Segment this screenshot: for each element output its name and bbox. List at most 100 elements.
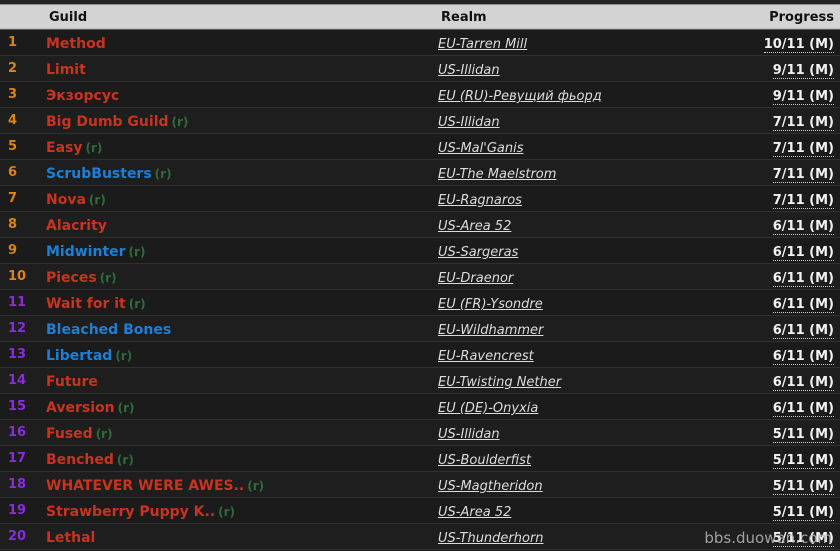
progress-value[interactable]: 7/11 (M) (772, 115, 834, 131)
table-row[interactable]: 20 Lethal US-Thunderhorn 5/11 (M) (0, 524, 840, 550)
realm-link[interactable]: EU-The Maelstrom (438, 167, 556, 182)
recruiting-badge[interactable]: (r) (89, 193, 106, 207)
progress-value[interactable]: 9/11 (M) (772, 89, 834, 105)
realm-link[interactable]: EU-Draenor (438, 271, 513, 286)
realm-link[interactable]: EU-Wildhammer (438, 323, 543, 338)
progress-value[interactable]: 6/11 (M) (772, 349, 834, 365)
progress-value[interactable]: 9/11 (M) (772, 63, 834, 79)
recruiting-badge[interactable]: (r) (218, 505, 235, 519)
guild-name-link[interactable]: Bleached Bones (46, 322, 171, 338)
guild-name-link[interactable]: Wait for it (46, 296, 126, 312)
recruiting-badge[interactable]: (r) (172, 115, 189, 129)
progress-value[interactable]: 6/11 (M) (772, 375, 834, 391)
realm-link[interactable]: EU-Twisting Nether (438, 375, 561, 390)
realm-link[interactable]: US-Illidan (438, 63, 500, 78)
table-row[interactable]: 12 Bleached Bones EU-Wildhammer 6/11 (M) (0, 316, 840, 342)
table-row[interactable]: 4 Big Dumb Guild (r) US-Illidan 7/11 (M) (0, 108, 840, 134)
table-row[interactable]: 2 Limit US-Illidan 9/11 (M) (0, 56, 840, 82)
progress-value[interactable]: 6/11 (M) (772, 401, 834, 417)
realm-link[interactable]: US-Boulderfist (438, 453, 531, 468)
column-header-progress[interactable]: Progress (730, 10, 840, 25)
table-row[interactable]: 9 Midwinter (r) US-Sargeras 6/11 (M) (0, 238, 840, 264)
recruiting-badge[interactable]: (r) (100, 271, 117, 285)
table-row[interactable]: 18 WHATEVER WERE AWES.. (r) US-Magtheridon 5… (0, 472, 840, 498)
guild-name-link[interactable]: Future (46, 374, 98, 390)
guild-name-link[interactable]: Easy (46, 140, 82, 156)
realm-link[interactable]: US-Sargeras (438, 245, 518, 260)
recruiting-badge[interactable]: (r) (155, 167, 172, 181)
table-row[interactable]: 3 Экзорсус EU (RU)-Ревущий фьорд 9/11 (M) (0, 82, 840, 108)
guild-name-link[interactable]: Strawberry Puppy K.. (46, 504, 215, 520)
progress-value[interactable]: 5/11 (M) (772, 453, 834, 469)
guild-name-link[interactable]: Alacrity (46, 218, 107, 234)
recruiting-badge[interactable]: (r) (129, 245, 146, 259)
guild-name-link[interactable]: Libertad (46, 348, 112, 364)
progress-value[interactable]: 10/11 (M) (763, 37, 834, 53)
table-row[interactable]: 11 Wait for it (r) EU (FR)-Ysondre 6/11 (M) (0, 290, 840, 316)
table-row[interactable]: 17 Benched (r) US-Boulderfist 5/11 (M) (0, 446, 840, 472)
guild-name-link[interactable]: Benched (46, 452, 114, 468)
guild-cell: Easy (r) (46, 137, 438, 156)
table-row[interactable]: 5 Easy (r) US-Mal'Ganis 7/11 (M) (0, 134, 840, 160)
table-row[interactable]: 6 ScrubBusters (r) EU-The Maelstrom 7/11 (M) (0, 160, 840, 186)
guild-name-link[interactable]: Fused (46, 426, 93, 442)
guild-name-link[interactable]: Lethal (46, 530, 95, 546)
guild-name-link[interactable]: Pieces (46, 270, 97, 286)
recruiting-badge[interactable]: (r) (118, 401, 135, 415)
realm-link[interactable]: EU (FR)-Ysondre (438, 297, 543, 312)
table-row[interactable]: 7 Nova (r) EU-Ragnaros 7/11 (M) (0, 186, 840, 212)
recruiting-badge[interactable]: (r) (247, 479, 264, 493)
guild-name-link[interactable]: Nova (46, 192, 86, 208)
progress-value[interactable]: 6/11 (M) (772, 219, 834, 235)
progress-value[interactable]: 6/11 (M) (772, 323, 834, 339)
realm-cell: EU-Wildhammer (438, 319, 730, 338)
realm-link[interactable]: US-Area 52 (438, 505, 511, 520)
table-row[interactable]: 15 Aversion (r) EU (DE)-Onyxia 6/11 (M) (0, 394, 840, 420)
table-row[interactable]: 14 Future EU-Twisting Nether 6/11 (M) (0, 368, 840, 394)
progress-value[interactable]: 5/11 (M) (772, 427, 834, 443)
recruiting-badge[interactable]: (r) (85, 141, 102, 155)
progress-value[interactable]: 6/11 (M) (772, 245, 834, 261)
guild-name-link[interactable]: Экзорсус (46, 88, 119, 104)
column-header-realm[interactable]: Realm (438, 10, 730, 25)
progress-value[interactable]: 5/11 (M) (772, 505, 834, 521)
guild-rank: 10 (8, 269, 27, 284)
table-row[interactable]: 1 Method EU-Tarren Mill 10/11 (M) (0, 30, 840, 56)
realm-link[interactable]: US-Area 52 (438, 219, 511, 234)
table-row[interactable]: 16 Fused (r) US-Illidan 5/11 (M) (0, 420, 840, 446)
realm-link[interactable]: US-Mal'Ganis (438, 141, 524, 156)
realm-link[interactable]: EU (DE)-Onyxia (438, 401, 538, 416)
recruiting-badge[interactable]: (r) (96, 427, 113, 441)
guild-name-link[interactable]: Big Dumb Guild (46, 114, 169, 130)
recruiting-badge[interactable]: (r) (115, 349, 132, 363)
guild-name-link[interactable]: ScrubBusters (46, 166, 152, 182)
guild-name-link[interactable]: Method (46, 36, 106, 52)
realm-link[interactable]: EU-Ravencrest (438, 349, 534, 364)
realm-link[interactable]: US-Magtheridon (438, 479, 543, 494)
recruiting-badge[interactable]: (r) (117, 453, 134, 467)
progress-value[interactable]: 7/11 (M) (772, 193, 834, 209)
progress-value[interactable]: 7/11 (M) (772, 167, 834, 183)
guild-name-link[interactable]: Aversion (46, 400, 115, 416)
realm-link[interactable]: US-Illidan (438, 115, 500, 130)
column-header-guild[interactable]: Guild (46, 10, 438, 25)
progress-value[interactable]: 5/11 (M) (772, 479, 834, 495)
progress-value[interactable]: 6/11 (M) (772, 271, 834, 287)
realm-link[interactable]: EU-Tarren Mill (438, 37, 527, 52)
recruiting-badge[interactable]: (r) (129, 297, 146, 311)
progress-value[interactable]: 5/11 (M) (772, 531, 834, 547)
guild-name-link[interactable]: Limit (46, 62, 86, 78)
table-row[interactable]: 19 Strawberry Puppy K.. (r) US-Area 52 5/11 … (0, 498, 840, 524)
realm-link[interactable]: EU (RU)-Ревущий фьорд (438, 89, 602, 104)
realm-link[interactable]: US-Thunderhorn (438, 531, 544, 546)
realm-link[interactable]: US-Illidan (438, 427, 500, 442)
progress-value[interactable]: 7/11 (M) (772, 141, 834, 157)
progress-value[interactable]: 6/11 (M) (772, 297, 834, 313)
realm-link[interactable]: EU-Ragnaros (438, 193, 522, 208)
guild-rank: 5 (8, 139, 18, 154)
table-row[interactable]: 13 Libertad (r) EU-Ravencrest 6/11 (M) (0, 342, 840, 368)
guild-name-link[interactable]: WHATEVER WERE AWES.. (46, 478, 244, 494)
table-row[interactable]: 10 Pieces (r) EU-Draenor 6/11 (M) (0, 264, 840, 290)
table-row[interactable]: 8 Alacrity US-Area 52 6/11 (M) (0, 212, 840, 238)
guild-name-link[interactable]: Midwinter (46, 244, 126, 260)
